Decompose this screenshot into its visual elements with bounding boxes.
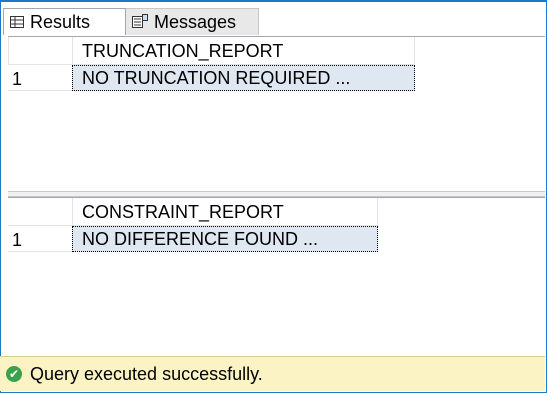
results-grid-2: CONSTRAINT_REPORT 1 NO DIFFERENCE FOUND … — [8, 197, 545, 356]
check-circle-icon: ✔ — [6, 366, 22, 382]
tab-results-label: Results — [30, 11, 91, 32]
result-cell-constraint[interactable]: NO DIFFERENCE FOUND ... — [72, 226, 378, 252]
result-tabs: Results Messages — [3, 8, 543, 36]
row-number[interactable]: 1 — [12, 69, 22, 90]
tab-messages-label: Messages — [154, 11, 237, 32]
grid-icon — [10, 12, 24, 33]
status-text: Query executed successfully. — [30, 363, 263, 384]
result-cell-truncation[interactable]: NO TRUNCATION REQUIRED ... — [72, 65, 415, 91]
messages-icon — [132, 12, 148, 33]
results-grid-1: TRUNCATION_REPORT 1 NO TRUNCATION REQUIR… — [8, 36, 545, 192]
column-header-truncation-report[interactable]: TRUNCATION_REPORT — [82, 41, 283, 62]
column-header-constraint-report[interactable]: CONSTRAINT_REPORT — [82, 202, 284, 223]
tab-messages[interactable]: Messages — [126, 8, 259, 35]
row-number[interactable]: 1 — [12, 230, 22, 251]
tab-results[interactable]: Results — [3, 8, 126, 35]
status-bar: ✔ Query executed successfully. — [0, 356, 545, 391]
